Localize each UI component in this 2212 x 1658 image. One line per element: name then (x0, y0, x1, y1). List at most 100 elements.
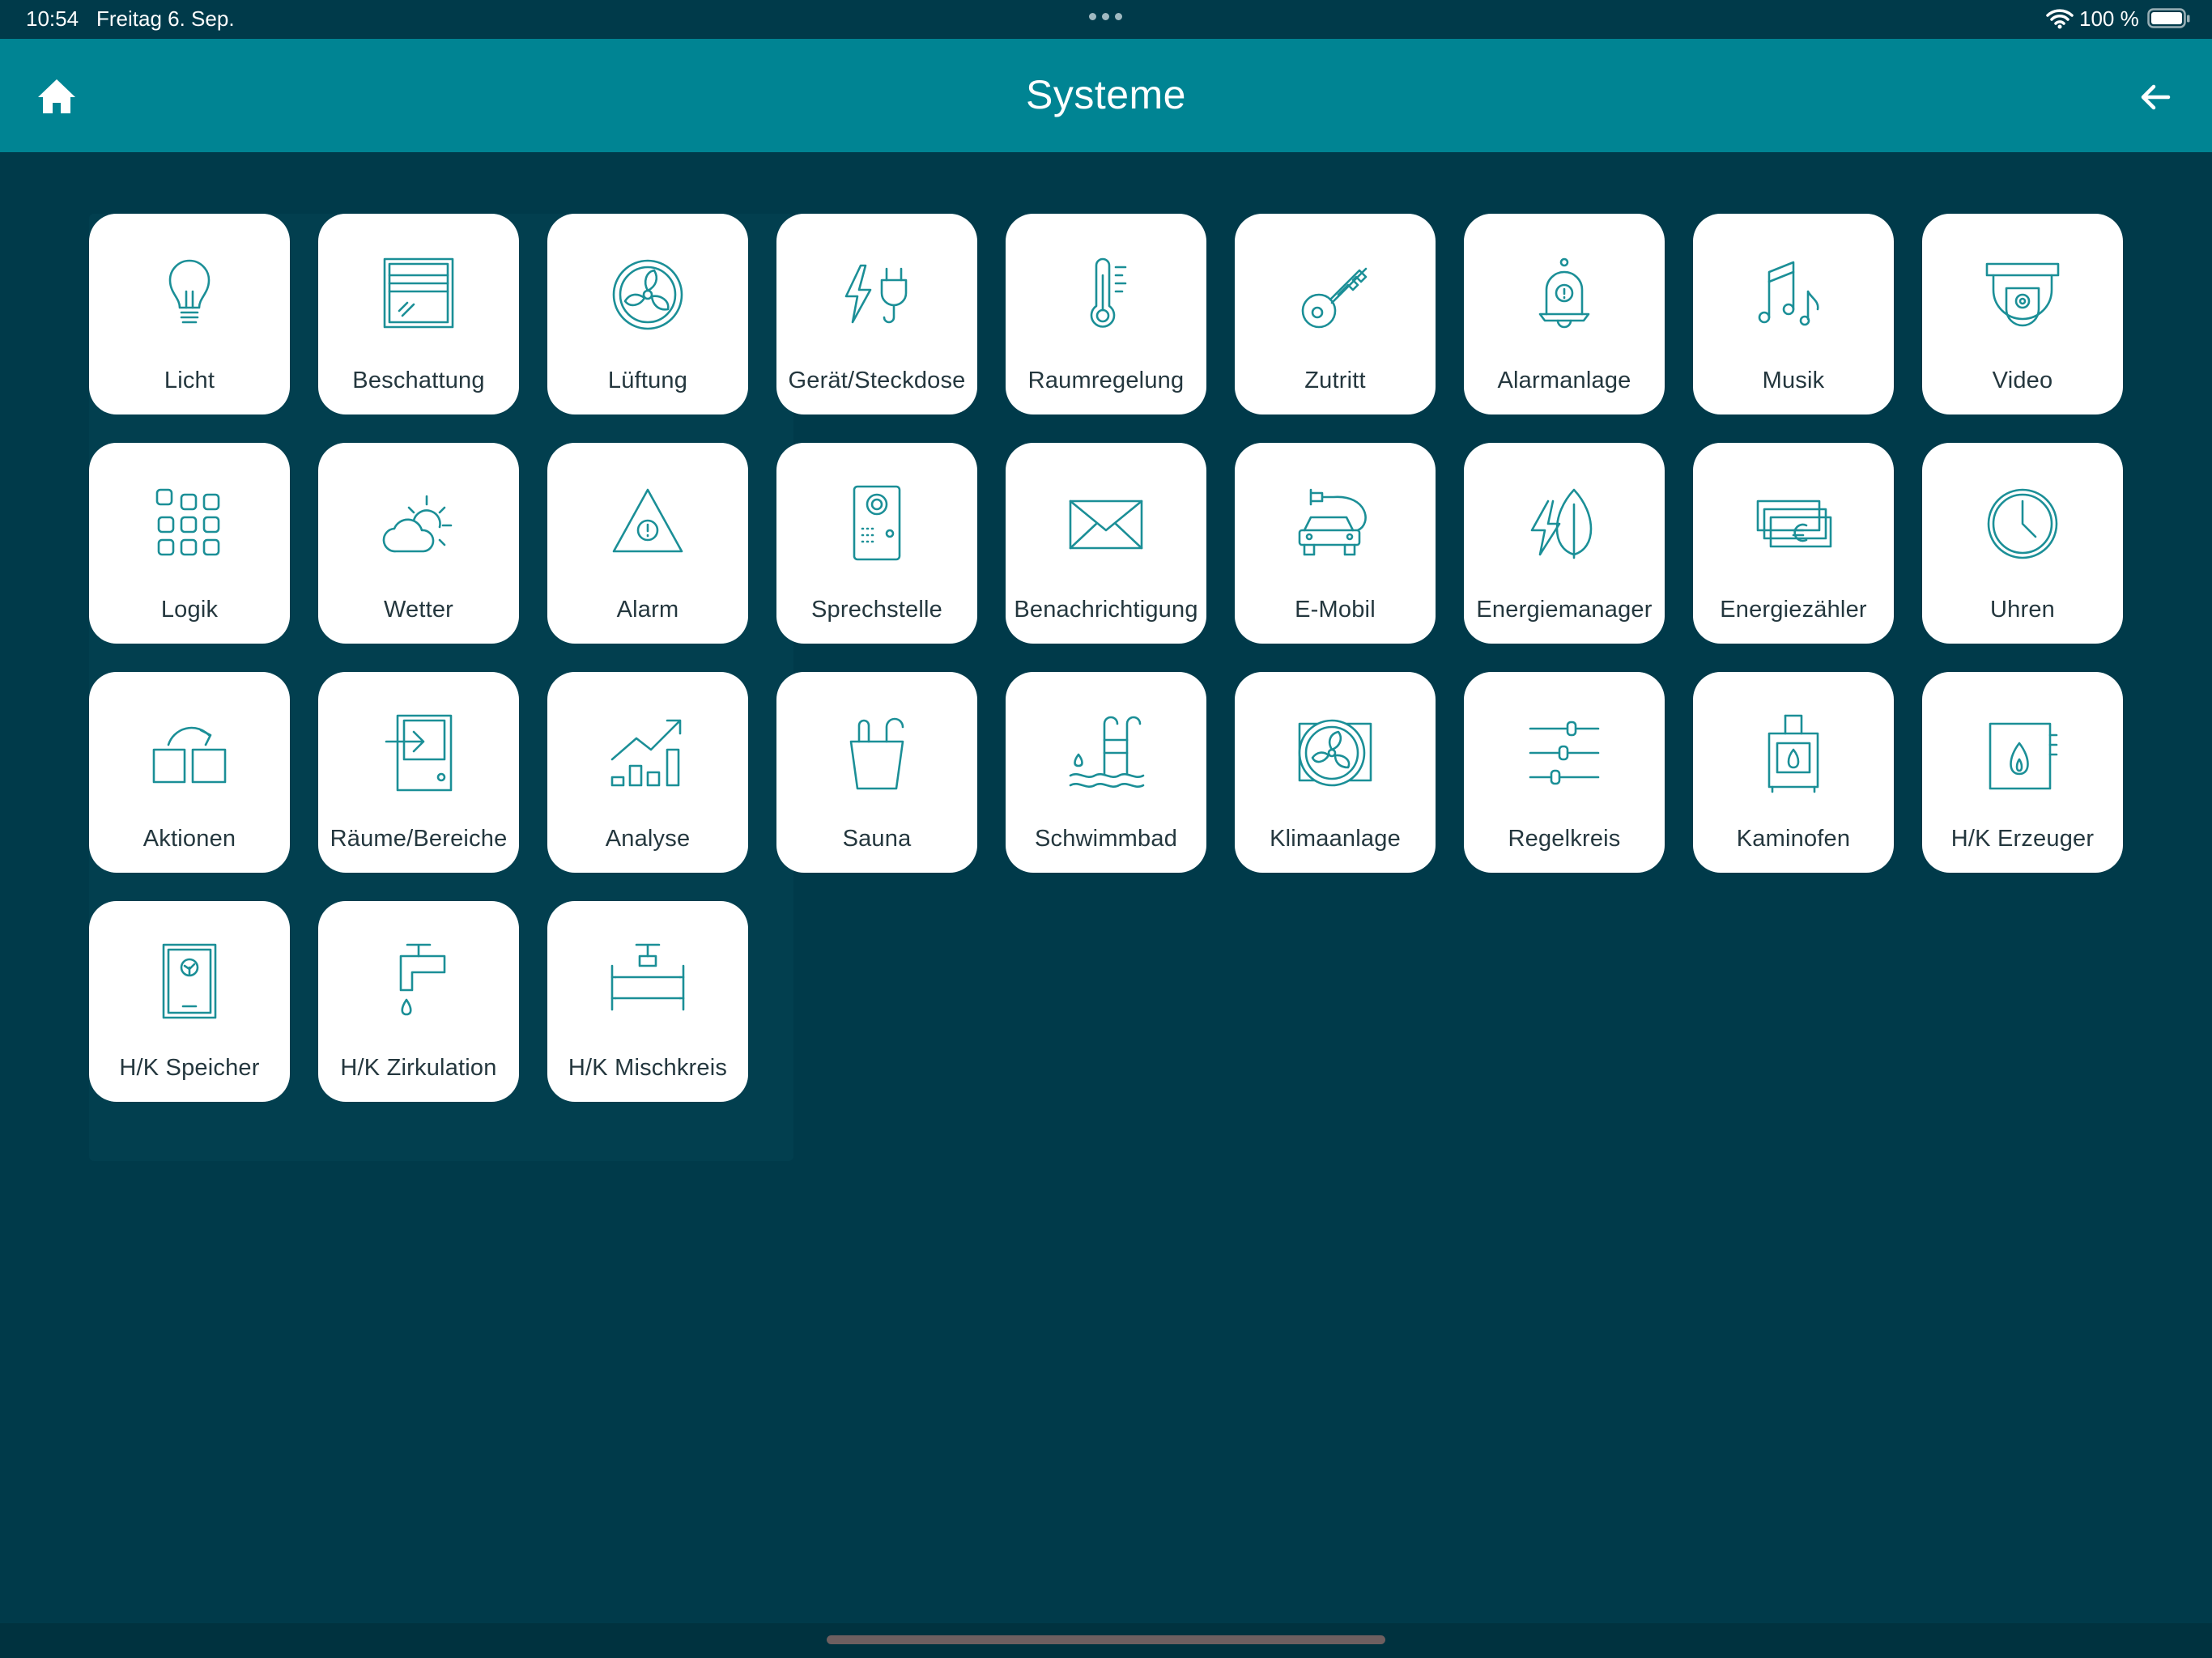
header-bar: Systeme (0, 39, 2212, 152)
tile-licht[interactable]: Licht (89, 214, 290, 414)
pipe-icon (610, 943, 685, 1011)
music-icon (1758, 261, 1819, 326)
tile-e-mobil[interactable]: E-Mobil (1235, 443, 1436, 644)
status-bar: 10:54 Freitag 6. Sep. 100 % (0, 0, 2212, 39)
tile-geraet-steckdose[interactable]: Gerät/Steckdose (776, 214, 977, 414)
tile-label: Zutritt (1304, 368, 1366, 393)
systeme-screen: 10:54 Freitag 6. Sep. 100 % Systeme Lich… (0, 0, 2212, 1658)
tile-label: H/K Mischkreis (568, 1055, 728, 1081)
alarm-bell-icon (1538, 257, 1590, 329)
tile-wetter[interactable]: Wetter (318, 443, 519, 644)
tile-raeume-bereiche[interactable]: Räume/Bereiche (318, 672, 519, 873)
tile-label: Sauna (842, 826, 912, 852)
tile-label: Licht (164, 368, 215, 393)
clock-icon (1987, 488, 2058, 559)
tile-hk-speicher[interactable]: H/K Speicher (89, 901, 290, 1102)
tile-label: Räume/Bereiche (330, 826, 508, 852)
tile-label: Lüftung (607, 368, 688, 393)
tile-label: Sprechstelle (811, 597, 942, 623)
tile-label: Beschattung (352, 368, 485, 393)
status-date: Freitag 6. Sep. (96, 6, 235, 31)
tile-beschattung[interactable]: Beschattung (318, 214, 519, 414)
thermometer-icon (1090, 257, 1127, 328)
tile-energiezaehler[interactable]: Energiezähler (1693, 443, 1894, 644)
tile-label: Raumregelung (1027, 368, 1185, 393)
multitasking-dots-icon[interactable] (1089, 13, 1123, 21)
tile-hk-erzeuger[interactable]: H/K Erzeuger (1922, 672, 2123, 873)
status-time: 10:54 (26, 6, 79, 31)
tile-label: Klimaanlage (1270, 826, 1401, 852)
envelope-icon (1069, 500, 1143, 550)
tile-alarm[interactable]: Alarm (547, 443, 748, 644)
tile-alarmanlage[interactable]: Alarmanlage (1464, 214, 1665, 414)
key-icon (1301, 267, 1368, 329)
tile-lueftung[interactable]: Lüftung (547, 214, 748, 414)
tile-label: Energiezähler (1720, 597, 1867, 623)
ac-fan-icon (1298, 719, 1372, 787)
tile-label: Logik (160, 597, 219, 623)
tile-zutritt[interactable]: Zutritt (1235, 214, 1436, 414)
tile-label: Video (1992, 368, 2053, 393)
tile-schwimmbad[interactable]: Schwimmbad (1006, 672, 1206, 873)
sliders-icon (1529, 721, 1600, 785)
tile-label: Musik (1762, 368, 1825, 393)
warning-icon (612, 488, 683, 553)
tile-regelkreis[interactable]: Regelkreis (1464, 672, 1665, 873)
intercom-icon (853, 485, 901, 561)
tile-hk-mischkreis[interactable]: H/K Mischkreis (547, 901, 748, 1102)
tile-hk-zirkulation[interactable]: H/K Zirkulation (318, 901, 519, 1102)
camera-icon (1985, 262, 2060, 327)
tile-kaminofen[interactable]: Kaminofen (1693, 672, 1894, 873)
battery-icon (2147, 8, 2190, 28)
battery-percentage: 100 % (2079, 6, 2139, 31)
page-title: Systeme (1025, 72, 1186, 117)
tile-label: Kaminofen (1736, 826, 1851, 852)
energy-leaf-icon (1530, 488, 1593, 559)
tile-label: H/K Speicher (119, 1055, 260, 1081)
plug-icon (844, 264, 908, 324)
tile-uhren[interactable]: Uhren (1922, 443, 2123, 644)
tile-label: H/K Zirkulation (340, 1055, 497, 1081)
home-indicator[interactable] (827, 1635, 1385, 1644)
money-icon (1756, 500, 1832, 548)
tile-energiemanager[interactable]: Energiemanager (1464, 443, 1665, 644)
tile-sprechstelle[interactable]: Sprechstelle (776, 443, 977, 644)
tile-label: Alarm (616, 597, 679, 623)
grid-icon (155, 488, 220, 556)
actions-icon (152, 726, 227, 784)
tile-label: Schwimmbad (1034, 826, 1178, 852)
tile-label: Uhren (1990, 597, 2055, 623)
tile-sauna[interactable]: Sauna (776, 672, 977, 873)
tile-label: Alarmanlage (1497, 368, 1631, 393)
tile-label: Aktionen (143, 826, 236, 852)
wifi-icon (2046, 9, 2074, 29)
tile-label: Analyse (605, 826, 691, 852)
boiler-icon (162, 943, 217, 1019)
tile-label: Benachrichtigung (1014, 597, 1198, 623)
tile-aktionen[interactable]: Aktionen (89, 672, 290, 873)
tile-logik[interactable]: Logik (89, 443, 290, 644)
back-button[interactable] (2131, 73, 2180, 121)
tile-label: Wetter (383, 597, 454, 623)
faucet-icon (399, 943, 446, 1016)
sauna-bucket-icon (849, 717, 904, 790)
tile-musik[interactable]: Musik (1693, 214, 1894, 414)
fan-icon (612, 259, 683, 330)
room-door-icon (385, 714, 453, 792)
tile-label: Regelkreis (1508, 826, 1621, 852)
systems-grid: Licht Beschattung Lüftung Gerät/Steckdos… (89, 214, 2125, 1102)
tile-raumregelung[interactable]: Raumregelung (1006, 214, 1206, 414)
tile-label: H/K Erzeuger (1950, 826, 2095, 852)
tile-klimaanlage[interactable]: Klimaanlage (1235, 672, 1436, 873)
pool-icon (1069, 716, 1145, 788)
tile-video[interactable]: Video (1922, 214, 2123, 414)
stove-icon (1767, 714, 1819, 793)
tile-benachrichtigung[interactable]: Benachrichtigung (1006, 443, 1206, 644)
electric-car-icon (1298, 488, 1367, 556)
tile-label: Energiemanager (1476, 597, 1653, 623)
fireplace-icon (1989, 722, 2058, 790)
lightbulb-icon (168, 259, 211, 324)
blinds-icon (383, 257, 454, 329)
arrow-left-icon (2141, 84, 2171, 110)
tile-analyse[interactable]: Analyse (547, 672, 748, 873)
